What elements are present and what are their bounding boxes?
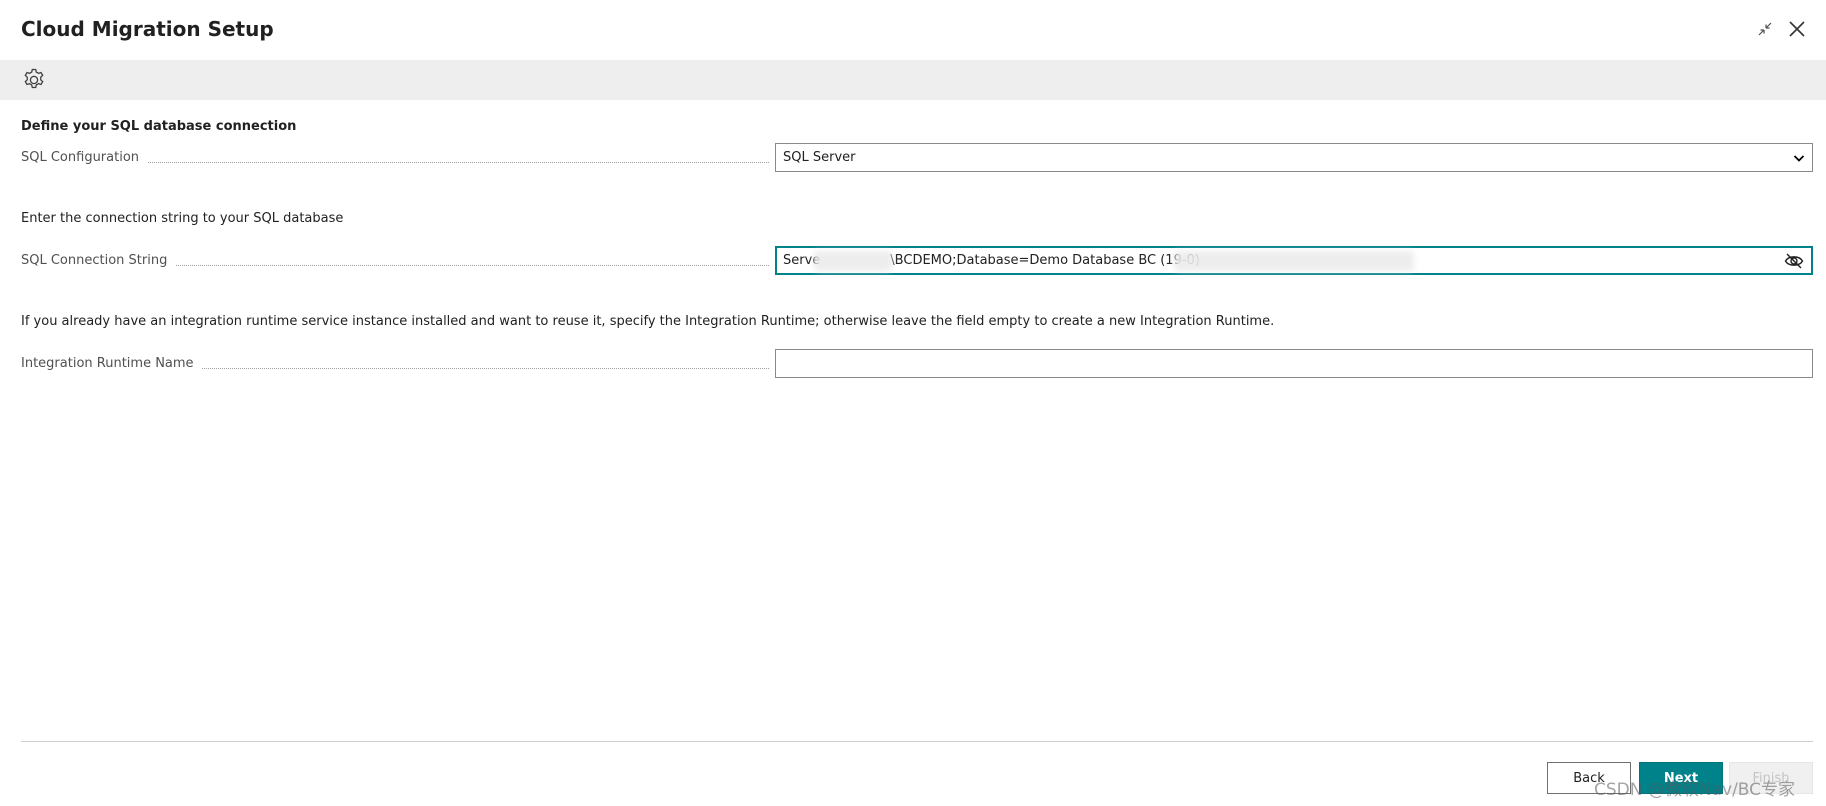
settings-button[interactable]: [20, 66, 48, 94]
section-title-sql-connection: Define your SQL database connection: [21, 119, 297, 134]
redaction-blur: [1174, 251, 1414, 271]
close-button[interactable]: [1786, 18, 1808, 40]
sql-configuration-value: SQL Server: [783, 150, 856, 165]
connection-string-value: \BCDEMO;Database=Demo Database BC (19-0): [890, 253, 1200, 268]
connection-instruction: Enter the connection string to your SQL …: [21, 211, 344, 226]
integration-runtime-name-input[interactable]: [775, 349, 1813, 378]
csdn-watermark: CSDN @微软Nav/BC专家: [1594, 780, 1796, 800]
dialog-header: Cloud Migration Setup: [0, 0, 1826, 60]
integration-runtime-name-label: Integration Runtime Name: [21, 356, 202, 371]
collapse-icon: [1758, 22, 1772, 36]
runtime-instruction: If you already have an integration runti…: [21, 314, 1275, 329]
sql-connection-string-input[interactable]: Serve \BCDEMO;Database=Demo Database BC …: [775, 246, 1813, 275]
collapse-button[interactable]: [1754, 18, 1776, 40]
sql-configuration-label: SQL Configuration: [21, 150, 148, 165]
page-title: Cloud Migration Setup: [21, 17, 274, 41]
eye-off-icon[interactable]: [1784, 252, 1804, 270]
sql-configuration-select[interactable]: SQL Server: [775, 143, 1813, 172]
action-bar: [0, 60, 1826, 100]
sql-connection-string-label: SQL Connection String: [21, 253, 176, 268]
redaction-blur: [814, 251, 892, 271]
chevron-down-icon: [1793, 155, 1805, 162]
gear-icon: [24, 68, 44, 89]
footer-divider: [21, 741, 1813, 742]
close-icon: [1789, 21, 1805, 37]
